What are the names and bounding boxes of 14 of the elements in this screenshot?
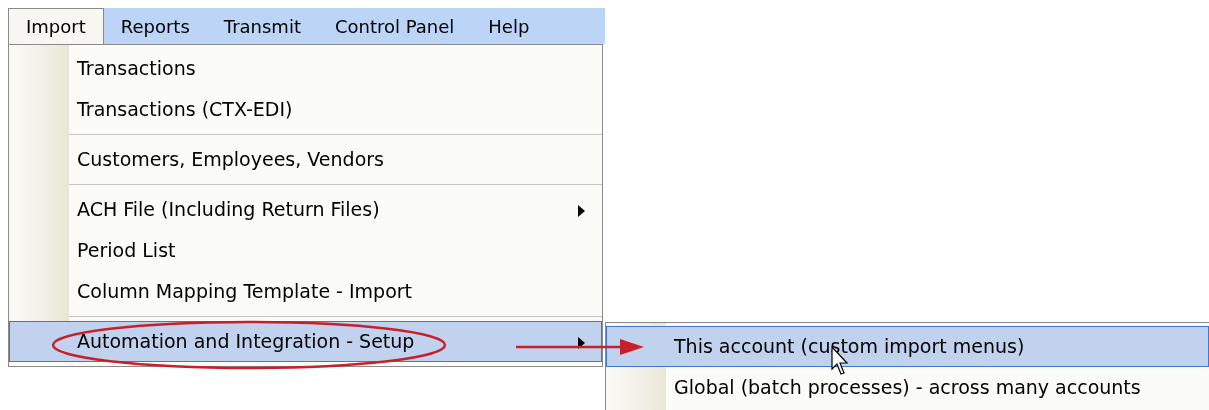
menu-item[interactable]: Automation and Integration - Setup <box>9 321 602 362</box>
menu-bar-item[interactable]: Help <box>471 8 547 44</box>
menu-item[interactable]: Transactions <box>9 48 602 89</box>
menu-bar-item[interactable]: Reports <box>103 8 207 44</box>
menu-item[interactable]: Global (batch processes) - across many accounts <box>606 367 1209 408</box>
menu-item[interactable]: Column Mapping Template - Import <box>9 271 602 312</box>
menu-bar-item[interactable]: Control Panel <box>317 8 472 44</box>
menu-item[interactable]: This account (custom import menus) <box>606 326 1209 367</box>
menu-item[interactable]: Customers, Employees, Vendors <box>9 139 602 180</box>
menu-item[interactable]: ACH File (Including Return Files) <box>9 189 602 230</box>
menu-bar-item[interactable]: Transmit <box>206 8 318 44</box>
menu-bar-item[interactable]: Import <box>8 8 104 44</box>
menu-item[interactable]: Transactions (CTX-EDI) <box>9 89 602 130</box>
menu-item[interactable]: Period List <box>9 230 602 271</box>
